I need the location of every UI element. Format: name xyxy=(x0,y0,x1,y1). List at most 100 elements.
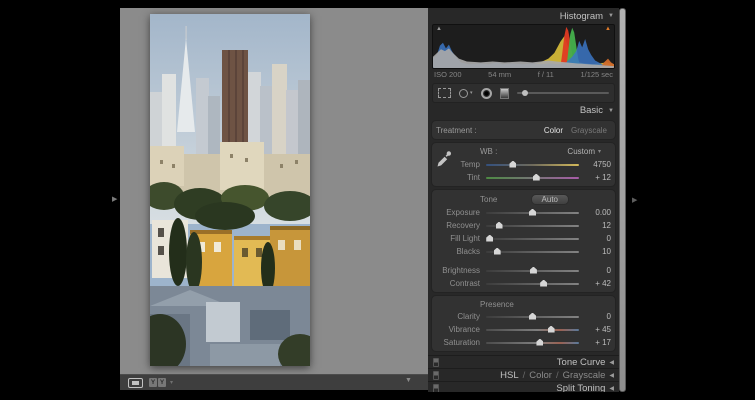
presence-block: Presence Clarity 0 Vibrance + 45 Saturat… xyxy=(431,295,616,352)
recovery-slider-handle[interactable] xyxy=(496,222,503,229)
clarity-slider[interactable] xyxy=(486,316,579,318)
graduated-filter-icon[interactable] xyxy=(500,88,509,99)
tone-label: Tone xyxy=(480,195,497,204)
tool-strip-slider[interactable] xyxy=(517,92,609,94)
fill-light-value[interactable]: 0 xyxy=(585,234,611,243)
brightness-slider-handle[interactable] xyxy=(530,267,537,274)
fill-light-label: Fill Light xyxy=(436,234,480,243)
blacks-slider[interactable] xyxy=(486,251,579,253)
temp-slider[interactable] xyxy=(486,164,579,166)
basic-panel-header[interactable]: Basic ▼ xyxy=(428,103,619,118)
hsl-panel-header[interactable]: HSL / Color / Grayscale ◀ xyxy=(428,368,619,381)
expand-triangle-icon[interactable]: ◀ xyxy=(609,385,614,392)
vibrance-value[interactable]: + 45 xyxy=(585,325,611,334)
saturation-slider[interactable] xyxy=(486,342,579,344)
histogram[interactable]: ▲ ▲ xyxy=(432,24,615,69)
loupe-view-icon[interactable] xyxy=(128,378,143,388)
photo[interactable] xyxy=(150,14,310,366)
white-balance-block: WB : Custom ▾ Temp 4750 Tint + 12 xyxy=(431,142,616,187)
loupe-view-area xyxy=(120,8,428,374)
saturation-slider-handle[interactable] xyxy=(536,339,543,346)
split-toning-panel-header[interactable]: Split Toning ◀ xyxy=(428,381,619,392)
grayscale-tab[interactable]: Grayscale xyxy=(563,370,606,381)
blacks-value[interactable]: 10 xyxy=(585,247,611,256)
recovery-label: Recovery xyxy=(436,221,480,230)
temp-slider-handle[interactable] xyxy=(509,161,516,168)
contrast-value[interactable]: + 42 xyxy=(585,279,611,288)
brightness-slider[interactable] xyxy=(486,270,579,272)
vibrance-slider[interactable] xyxy=(486,329,579,331)
exposure-value[interactable]: 0.00 xyxy=(585,208,611,217)
shutter-value: 1/125 sec xyxy=(580,70,613,80)
blacks-slider-handle[interactable] xyxy=(494,248,501,255)
saturation-value[interactable]: + 17 xyxy=(585,338,611,347)
shadow-clipping-icon[interactable]: ▲ xyxy=(436,26,442,32)
hsl-tab[interactable]: HSL xyxy=(500,370,518,381)
tone-block: Tone Auto Exposure 0.00 Recovery 12 Fill… xyxy=(431,189,616,293)
fill-light-slider-handle[interactable] xyxy=(486,235,493,242)
blacks-slider-row: Blacks 10 xyxy=(436,245,611,258)
right-panel-expand-icon[interactable]: ▶ xyxy=(632,197,637,204)
brightness-slider-row: Brightness 0 xyxy=(436,264,611,277)
develop-toolbar: Y Y ▾ xyxy=(120,374,428,390)
vibrance-slider-handle[interactable] xyxy=(548,326,555,333)
panel-scrollbar[interactable] xyxy=(619,8,626,392)
collapse-triangle-icon[interactable]: ▼ xyxy=(608,13,614,19)
collapse-triangle-icon[interactable]: ▼ xyxy=(608,108,614,114)
clarity-slider-handle[interactable] xyxy=(529,313,536,320)
tool-strip: ▾ xyxy=(432,83,615,103)
develop-right-panel: Histogram ▼ ▲ ▲ ISO 200 54 mm f / 11 1/1… xyxy=(428,8,619,392)
compare-left-glyph: Y xyxy=(149,378,157,387)
temp-slider-row: Temp 4750 xyxy=(436,158,611,171)
left-panel-expand-icon[interactable]: ▶ xyxy=(112,196,117,203)
contrast-label: Contrast xyxy=(436,279,480,288)
recovery-slider[interactable] xyxy=(486,225,579,227)
tint-slider-row: Tint + 12 xyxy=(436,171,611,184)
tint-value[interactable]: + 12 xyxy=(585,173,611,182)
separator: / xyxy=(523,370,526,381)
crop-overlay-icon[interactable] xyxy=(438,88,451,98)
histogram-graph xyxy=(433,25,614,68)
separator: / xyxy=(556,370,559,381)
highlight-clipping-icon[interactable]: ▲ xyxy=(605,26,611,32)
fill-light-slider-row: Fill Light 0 xyxy=(436,232,611,245)
fill-light-slider[interactable] xyxy=(486,238,579,240)
recovery-value[interactable]: 12 xyxy=(585,221,611,230)
contrast-slider-handle[interactable] xyxy=(540,280,547,287)
tool-strip-slider-handle[interactable] xyxy=(522,90,528,96)
auto-tone-button[interactable]: Auto xyxy=(531,194,569,205)
red-eye-icon[interactable] xyxy=(481,88,492,99)
temp-value[interactable]: 4750 xyxy=(585,160,611,169)
brightness-value[interactable]: 0 xyxy=(585,266,611,275)
treatment-color-option[interactable]: Color xyxy=(544,126,563,135)
panel-toggle-switch-icon[interactable] xyxy=(433,371,439,380)
treatment-grayscale-option[interactable]: Grayscale xyxy=(571,126,607,135)
treatment-block: Treatment : Color Grayscale xyxy=(431,120,616,140)
white-balance-eyedropper-icon[interactable] xyxy=(436,149,451,170)
panel-toggle-switch-icon[interactable] xyxy=(433,384,439,393)
color-tab[interactable]: Color xyxy=(529,370,552,381)
recovery-slider-row: Recovery 12 xyxy=(436,219,611,232)
exposure-slider[interactable] xyxy=(486,212,579,214)
histogram-panel-header[interactable]: Histogram ▼ xyxy=(428,8,619,24)
iso-value: ISO 200 xyxy=(434,70,462,80)
expand-triangle-icon[interactable]: ◀ xyxy=(609,372,614,379)
vibrance-label: Vibrance xyxy=(436,325,480,334)
before-after-view-icon[interactable]: Y Y xyxy=(149,378,166,387)
compare-right-glyph: Y xyxy=(158,378,166,387)
tint-slider[interactable] xyxy=(486,177,579,179)
contrast-slider[interactable] xyxy=(486,283,579,285)
expand-triangle-icon[interactable]: ◀ xyxy=(609,359,614,366)
clarity-value[interactable]: 0 xyxy=(585,312,611,321)
exposure-slider-handle[interactable] xyxy=(529,209,536,216)
tone-curve-panel-header[interactable]: Tone Curve ◀ xyxy=(428,355,619,368)
tint-slider-handle[interactable] xyxy=(533,174,540,181)
panel-toggle-switch-icon[interactable] xyxy=(433,358,439,367)
spot-removal-icon[interactable] xyxy=(459,89,468,98)
wb-preset-select[interactable]: Custom ▾ xyxy=(567,147,601,156)
view-options-dropdown-icon[interactable]: ▾ xyxy=(170,379,173,386)
vibrance-slider-row: Vibrance + 45 xyxy=(436,323,611,336)
spot-removal-dropdown-icon[interactable]: ▾ xyxy=(470,90,473,96)
exif-info-row: ISO 200 54 mm f / 11 1/125 sec xyxy=(428,69,619,80)
photo-image xyxy=(150,14,310,366)
